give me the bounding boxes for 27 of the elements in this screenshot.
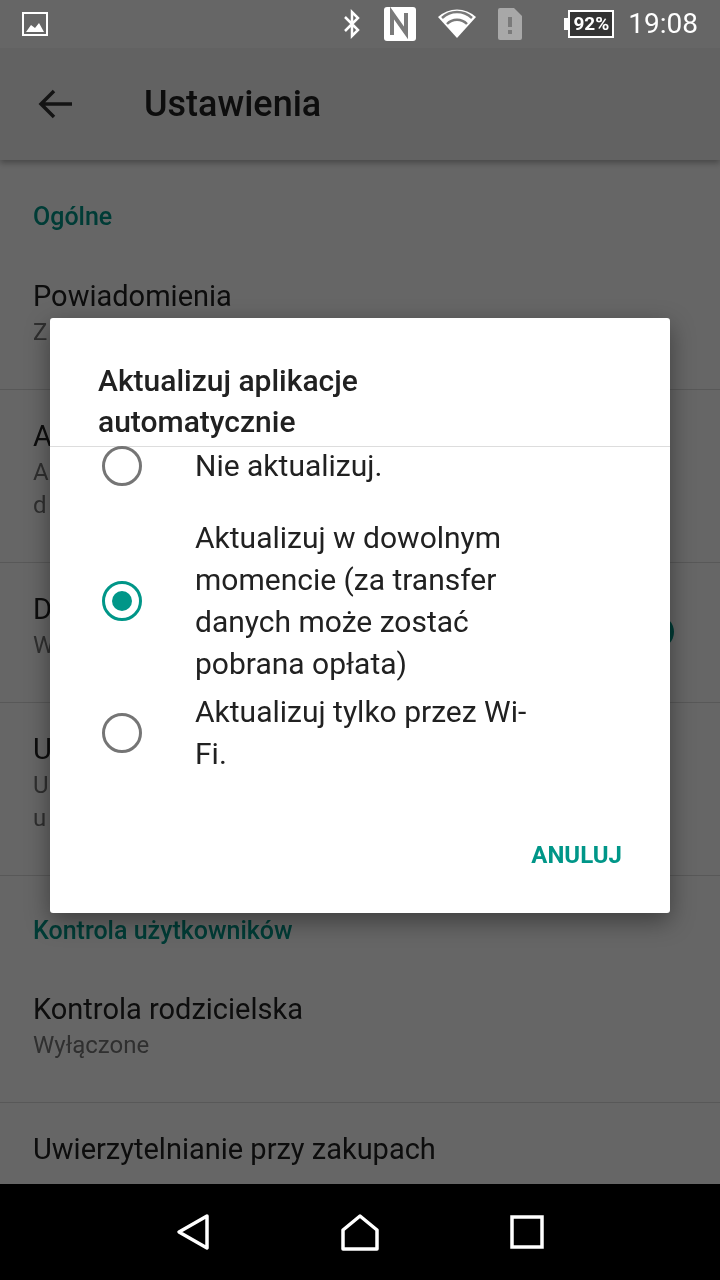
item-title: U (33, 730, 52, 768)
option-label: Nie aktualizuj. (195, 447, 384, 485)
home-button[interactable] (340, 1212, 380, 1252)
radio-option[interactable]: Aktualizuj tylko przez Wi-Fi. (50, 691, 670, 775)
radio-button[interactable] (102, 581, 142, 621)
nfc-icon (384, 7, 417, 41)
radio-button[interactable] (102, 713, 142, 753)
image-icon (22, 12, 48, 36)
section-header: Ogólne (33, 202, 113, 231)
dialog-title: Aktualizuj aplikacje automatycznie (98, 362, 359, 441)
item-title: Uwierzytelnianie przy zakupach (33, 1131, 436, 1168)
option-label: Aktualizuj w dowolnym momencie (za transfer danych może zostać pobrana opłata) (195, 519, 503, 683)
battery-level: 92% (568, 10, 615, 38)
radio-option[interactable]: Aktualizuj w dowolnym momencie (za transfer danych może zostać pobrana opłata) (50, 517, 670, 685)
cancel-button[interactable]: ANULUJ (523, 827, 630, 883)
screen-title: Ustawienia (144, 82, 322, 127)
sim-alert-icon (498, 8, 523, 40)
item-title: A (33, 417, 52, 455)
item-title: Powiadomienia (33, 277, 232, 315)
wifi-icon (438, 9, 477, 39)
section-header: Kontrola użytkowników (33, 915, 293, 945)
radio-option[interactable]: Nie aktualizuj. (50, 445, 670, 487)
item-title: Kontrola rodzicielska (33, 991, 303, 1028)
option-label: Aktualizuj tylko przez Wi-Fi. (195, 693, 528, 773)
radio-button[interactable] (102, 446, 142, 486)
clock: 19:08 (628, 10, 698, 38)
item-title: D (33, 590, 53, 628)
